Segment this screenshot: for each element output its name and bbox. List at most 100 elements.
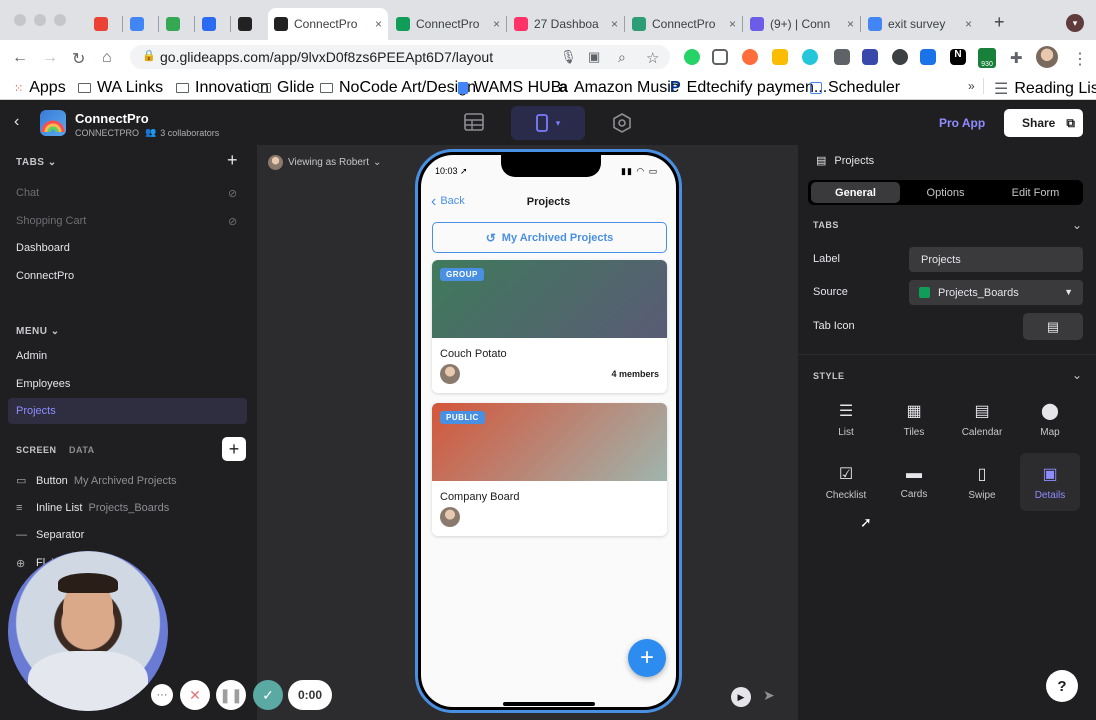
browser-tab[interactable]: 27 Dashboa × — [508, 8, 624, 40]
loom-ext-icon[interactable] — [920, 49, 936, 65]
reload-icon[interactable]: ↻ — [72, 49, 85, 69]
pointer-mode-icon[interactable]: ➤ — [763, 687, 775, 704]
bookmark-item[interactable]: Innovation — [176, 79, 269, 97]
browser-tab[interactable] — [232, 8, 266, 40]
bookmark-item[interactable]: Scheduler — [810, 79, 900, 97]
tab-search-icon[interactable]: ▾ — [1066, 14, 1084, 32]
help-button[interactable]: ? — [1046, 670, 1078, 702]
screen-tab[interactable]: SCREEN — [16, 445, 57, 455]
forward-nav-icon[interactable]: → — [42, 49, 58, 67]
data-editor-icon[interactable] — [464, 113, 484, 136]
menu-item[interactable]: Employees — [16, 378, 70, 390]
capture-ext-icon[interactable] — [712, 49, 728, 65]
style-option-tiles[interactable]: ▦ Tiles — [884, 390, 944, 448]
bookmark-item[interactable]: a Amazon Music — [559, 79, 679, 97]
browser-tab[interactable] — [88, 8, 122, 40]
segment-edit-form[interactable]: Edit Form — [991, 182, 1080, 203]
whatsapp-ext-icon[interactable] — [684, 49, 700, 65]
bookmark-star-icon[interactable]: ☆ — [646, 49, 659, 67]
home-icon[interactable]: ⌂ — [102, 49, 112, 67]
nav-tab-item[interactable]: Chat — [16, 187, 39, 199]
tab-close-icon[interactable]: × — [729, 17, 736, 31]
settings-gear-icon[interactable] — [612, 113, 632, 138]
style-option-checklist[interactable]: ☑ Checklist — [816, 453, 876, 511]
browser-tab[interactable]: (9+) | Conn × — [744, 8, 860, 40]
browser-tab[interactable] — [124, 8, 158, 40]
glide-ext-icon[interactable] — [862, 49, 878, 65]
tab-close-icon[interactable]: × — [375, 17, 382, 31]
reading-list-button[interactable]: ☰ Reading List — [994, 79, 1096, 99]
mic-icon[interactable]: 🎙 — [560, 49, 577, 65]
notes-ext-icon[interactable] — [772, 49, 788, 65]
collapse-tabs-chevron-icon[interactable]: ⌄ — [1072, 218, 1082, 232]
flower-ext-icon[interactable] — [742, 49, 758, 65]
bookmark-item[interactable]: WAMS HUB — [458, 79, 561, 97]
zoom-icon[interactable]: ⌕ — [618, 49, 626, 66]
window-close-button[interactable] — [14, 14, 26, 26]
notion-ext-icon[interactable]: N — [950, 49, 966, 65]
recorder-more-button[interactable]: ··· — [151, 684, 173, 706]
tab-close-icon[interactable]: × — [847, 17, 854, 31]
menu-item[interactable]: Projects — [16, 405, 56, 417]
bookmark-item[interactable]: WA Links — [78, 79, 163, 97]
counter-ext-icon[interactable]: 930 — [978, 48, 996, 68]
style-option-calendar[interactable]: ▤ Calendar — [952, 390, 1012, 448]
back-chevron-icon[interactable]: ‹ — [14, 113, 19, 131]
grammar-ext-icon[interactable] — [802, 49, 818, 65]
browser-tab[interactable] — [196, 8, 230, 40]
bookmark-item[interactable]: ⁙ Apps — [14, 79, 66, 97]
project-card[interactable]: PUBLIC Company Board — [432, 403, 667, 536]
add-fab-button[interactable]: + — [628, 639, 666, 677]
style-option-map[interactable]: ⬤ Map — [1020, 390, 1080, 448]
project-card[interactable]: GROUP Couch Potato 4 members — [432, 260, 667, 393]
bookmark-item[interactable]: Glide — [258, 79, 314, 97]
tab-close-icon[interactable]: × — [611, 17, 618, 31]
browser-tab[interactable]: ConnectPro × — [626, 8, 742, 40]
component-row[interactable]: — Separator — [16, 529, 90, 541]
dark-mode-ext-icon[interactable] — [892, 49, 908, 65]
clipboard-icon[interactable]: ▣ — [588, 49, 600, 65]
browser-tab[interactable]: ConnectPro × — [390, 8, 506, 40]
style-option-swipe[interactable]: ▯ Swipe — [952, 453, 1012, 511]
recorder-finish-button[interactable]: ✓ — [253, 680, 283, 710]
add-component-button[interactable]: + — [222, 437, 246, 461]
share-button[interactable]: Share ⧉ — [1004, 109, 1083, 137]
nav-tab-item[interactable]: Shopping Cart — [16, 215, 86, 227]
recorder-cancel-button[interactable]: ✕ — [180, 680, 210, 710]
nav-tab-item[interactable]: Dashboard — [16, 242, 70, 254]
window-maximize-button[interactable] — [54, 14, 66, 26]
layout-editor-tab[interactable]: ▾ — [511, 106, 585, 140]
style-option-list[interactable]: ☰ List — [816, 390, 876, 448]
profile-avatar[interactable] — [1036, 46, 1058, 68]
component-row[interactable]: ≡ Inline List Projects_Boards — [16, 502, 169, 514]
eye-hidden-icon[interactable]: ⊘ — [228, 187, 237, 200]
data-tab[interactable]: DATA — [69, 445, 95, 455]
browser-tab[interactable] — [160, 8, 194, 40]
segment-options[interactable]: Options — [901, 182, 990, 203]
bookmark-item[interactable]: NoCode Art/Design — [320, 79, 476, 97]
pro-app-link[interactable]: Pro App — [939, 116, 985, 130]
menu-section-header[interactable]: MENU ⌄ — [16, 326, 60, 337]
tab-icon-picker[interactable]: ▤ — [1023, 313, 1083, 340]
more-bookmarks-button[interactable]: » — [968, 79, 975, 93]
browser-menu-icon[interactable]: ⋮ — [1072, 49, 1088, 69]
eye-hidden-icon[interactable]: ⊘ — [228, 215, 237, 228]
viewing-as-selector[interactable]: Viewing as Robert ⌄ — [268, 155, 381, 170]
menu-item[interactable]: Admin — [16, 350, 47, 362]
nav-tab-item[interactable]: ConnectPro — [16, 270, 74, 282]
tabs-section-header[interactable]: TABS ⌄ — [16, 157, 57, 168]
back-nav-icon[interactable]: ← — [12, 49, 28, 67]
bookmark-item[interactable]: P Edtechify paymen... — [670, 79, 827, 97]
tab-close-icon[interactable]: × — [493, 17, 500, 31]
window-minimize-button[interactable] — [34, 14, 46, 26]
archived-projects-button[interactable]: ↺ My Archived Projects — [432, 222, 667, 253]
new-tab-button[interactable]: + — [994, 12, 1005, 33]
label-input[interactable]: Projects — [909, 247, 1083, 272]
tab-close-icon[interactable]: × — [965, 17, 972, 31]
collapse-style-chevron-icon[interactable]: ⌄ — [1072, 368, 1082, 382]
add-tab-button[interactable]: + — [227, 150, 238, 171]
play-preview-icon[interactable]: ▶ — [731, 687, 751, 707]
eyedropper-ext-icon[interactable] — [834, 49, 850, 65]
style-option-details[interactable]: ▣ Details — [1020, 453, 1080, 511]
source-select[interactable]: Projects_Boards ▼ — [909, 280, 1083, 305]
